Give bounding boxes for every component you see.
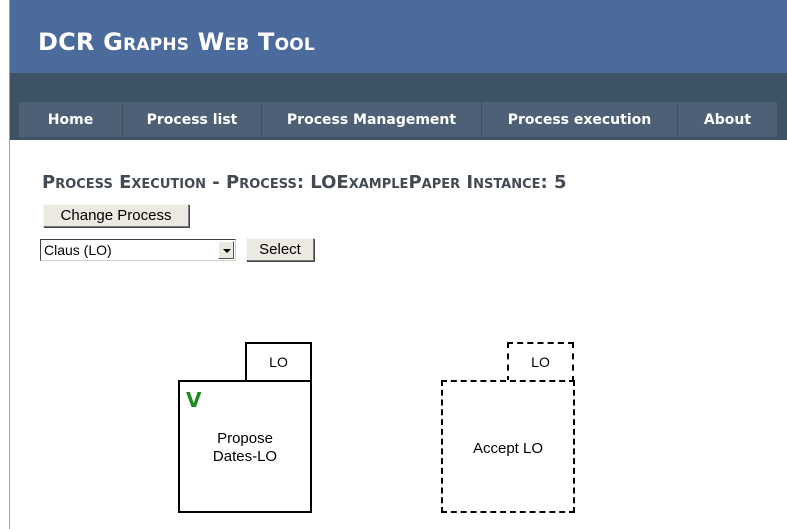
dropdown-arrow-icon[interactable] bbox=[218, 241, 234, 259]
role-select-value: Claus (LO) bbox=[44, 242, 112, 258]
event-role-tag: LO bbox=[245, 342, 312, 382]
main-nav: Home Process list Process Management Pro… bbox=[19, 102, 777, 137]
nav-process-list[interactable]: Process list bbox=[123, 102, 262, 137]
app-header: DCR Graphs Web Tool bbox=[10, 0, 787, 73]
event-accept-lo[interactable]: Accept LO bbox=[441, 380, 575, 513]
nav-process-management[interactable]: Process Management bbox=[262, 102, 482, 137]
page-title: Process Execution - Process: LOExamplePa… bbox=[42, 172, 567, 193]
nav-process-execution[interactable]: Process execution bbox=[482, 102, 678, 137]
event-label: Propose Dates-LO bbox=[212, 430, 278, 465]
event-propose-dates-lo[interactable]: V Propose Dates-LO bbox=[178, 380, 312, 513]
nav-about[interactable]: About bbox=[678, 102, 777, 137]
role-select[interactable]: Claus (LO) bbox=[40, 239, 236, 261]
nav-home[interactable]: Home bbox=[19, 102, 123, 137]
event-label: Accept LO bbox=[472, 440, 544, 457]
app-title: DCR Graphs Web Tool bbox=[38, 28, 315, 56]
change-process-button[interactable]: Change Process bbox=[43, 204, 189, 227]
executed-check-icon: V bbox=[186, 388, 202, 412]
event-role-tag: LO bbox=[507, 342, 574, 382]
select-button[interactable]: Select bbox=[246, 238, 314, 261]
